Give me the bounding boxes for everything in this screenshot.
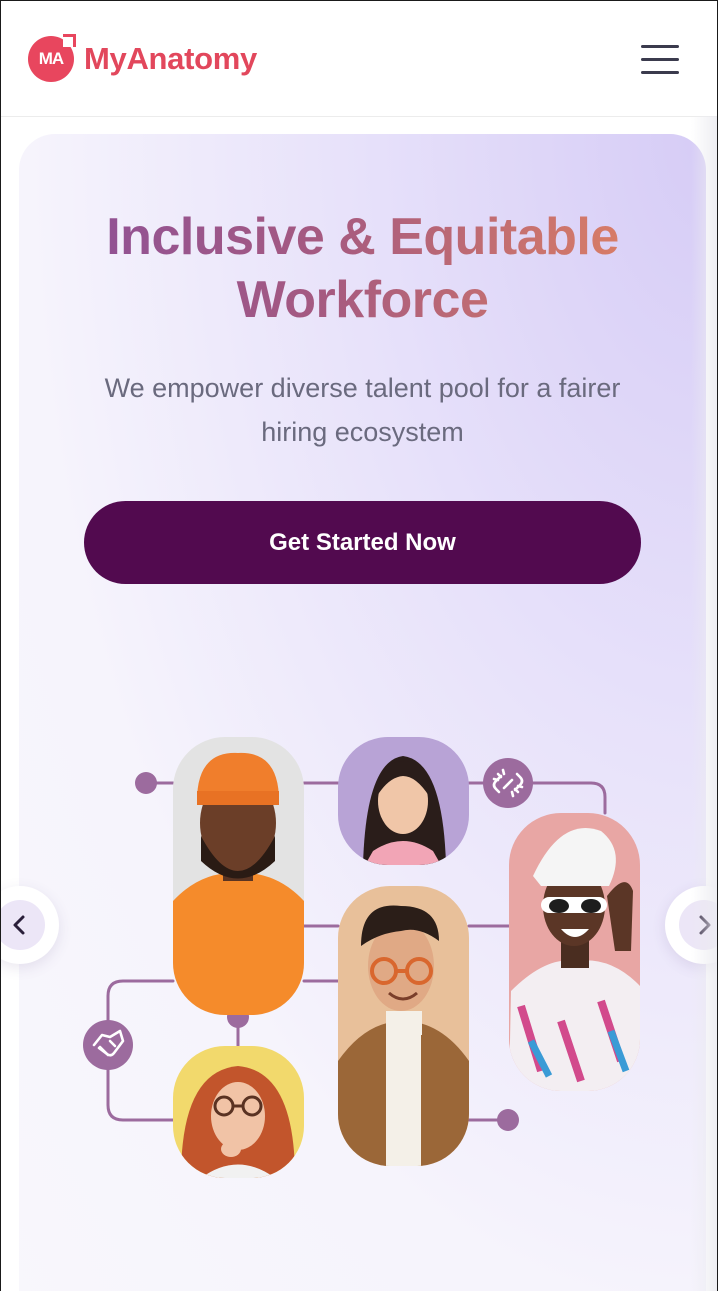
redhead-woman-glasses-photo: [173, 1046, 304, 1178]
chevron-right-icon: [679, 900, 717, 950]
smiling-woman-photo: [338, 737, 469, 865]
man-glasses-turtleneck-photo: [338, 886, 469, 1166]
people-collage: [83, 737, 640, 1178]
woman-sunglasses-towel-photo: [509, 813, 640, 1091]
connector-dot: [497, 1109, 519, 1131]
app-frame: MA MyAnatomy Inclusive & Equitable Workf…: [0, 0, 718, 1291]
connector-dot: [135, 772, 157, 794]
broken-link-icon: [483, 758, 533, 808]
handshake-icon: [83, 1020, 133, 1070]
chevron-left-icon: [1, 900, 45, 950]
man-orange-beanie-photo: [173, 737, 304, 1015]
